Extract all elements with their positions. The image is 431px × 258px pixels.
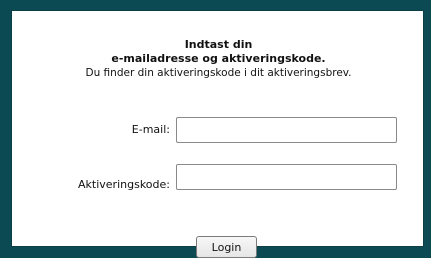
email-field[interactable] (176, 117, 397, 143)
email-label: E-mail: (131, 123, 170, 136)
heading-line-1: Indtast din (184, 38, 253, 51)
login-button[interactable]: Login (196, 236, 257, 258)
activation-code-label: Aktiveringskode: (78, 178, 170, 191)
form-heading: Indtast din e-mailadresse og aktiverings… (12, 38, 425, 66)
activation-code-field[interactable] (176, 164, 397, 190)
activation-hint-text: Du finder din aktiveringskode i dit akti… (85, 67, 352, 79)
heading-line-2: e-mailadresse og aktiveringskode. (111, 52, 326, 65)
